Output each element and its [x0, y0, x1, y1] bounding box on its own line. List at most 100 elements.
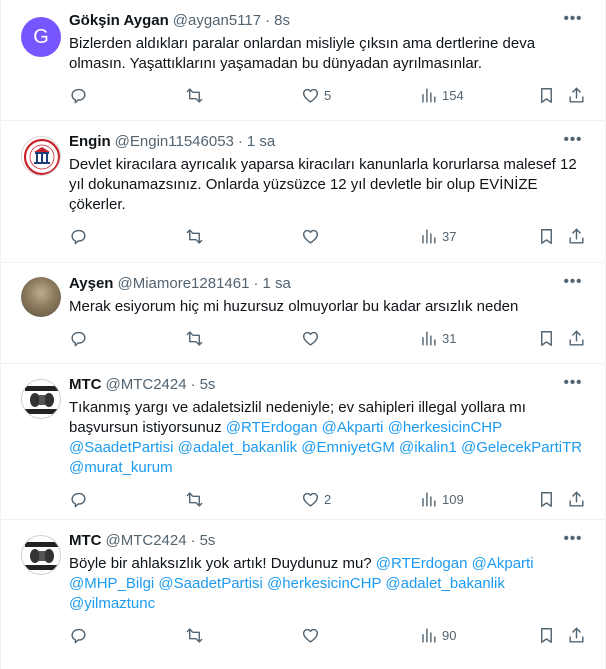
heart-icon	[302, 331, 319, 346]
display-name[interactable]: MTC	[69, 532, 102, 549]
separator: ·	[190, 376, 196, 393]
heart-icon	[302, 88, 319, 103]
bookmark-button[interactable]	[537, 329, 556, 348]
share-button[interactable]	[567, 227, 586, 246]
bookmark-button[interactable]	[537, 490, 556, 509]
retweet-icon	[186, 88, 203, 103]
avatar[interactable]: G	[21, 17, 61, 57]
more-options-icon[interactable]: •••	[561, 531, 585, 552]
mention-link[interactable]: @herkesicinCHP	[388, 419, 502, 436]
tweet-text-line: Böyle bir ahlaksızlık yok artık! Duydunu…	[69, 554, 589, 574]
retweet-button[interactable]	[185, 86, 204, 105]
action-bar: 31	[69, 321, 589, 365]
like-button[interactable]	[301, 329, 320, 348]
timestamp[interactable]: 5s	[200, 532, 216, 549]
tweet-text: Bizlerden aldıkları paralar onlardan mis…	[69, 34, 589, 74]
display-name[interactable]: MTC	[69, 376, 102, 393]
more-options-icon[interactable]: •••	[561, 132, 585, 153]
mention-link[interactable]: @Akparti	[472, 555, 534, 572]
share-icon	[569, 491, 584, 507]
mention-link[interactable]: @SaadetPartisi	[158, 575, 262, 592]
view-count: 154	[442, 88, 464, 103]
reply-button[interactable]	[69, 490, 88, 509]
reply-button[interactable]	[69, 329, 88, 348]
avatar[interactable]	[21, 535, 61, 575]
tweet-header: MTC @MTC2424 · 5s	[69, 532, 589, 554]
bookmark-button[interactable]	[537, 626, 556, 645]
tweet-text: Devlet kiracılara ayrıcalık yaparsa kira…	[69, 155, 589, 215]
views-button[interactable]: 90	[419, 626, 456, 645]
share-button[interactable]	[567, 86, 586, 105]
view-count: 90	[442, 628, 457, 643]
retweet-button[interactable]	[185, 329, 204, 348]
share-button[interactable]	[567, 329, 586, 348]
mention-link[interactable]: @RTErdogan	[226, 419, 318, 436]
share-button[interactable]	[567, 626, 586, 645]
mention-link[interactable]: @MHP_Bilgi	[69, 575, 154, 592]
avatar[interactable]	[21, 379, 61, 419]
reply-button[interactable]	[69, 626, 88, 645]
mention-link[interactable]: @SaadetPartisi	[69, 439, 173, 456]
mention-link[interactable]: @ikalin1	[399, 439, 457, 456]
retweet-icon	[186, 492, 203, 507]
user-handle[interactable]: @Engin11546053	[115, 133, 234, 150]
mention-link[interactable]: @RTErdogan	[376, 555, 468, 572]
bookmark-icon	[541, 229, 552, 244]
like-button[interactable]	[301, 227, 320, 246]
timestamp[interactable]: 1 sa	[262, 275, 290, 292]
bookmark-icon	[541, 628, 552, 643]
tweet-text-line: @yilmaztunc	[69, 594, 589, 614]
retweet-button[interactable]	[185, 227, 204, 246]
views-button[interactable]: 37	[419, 227, 456, 246]
mention-link[interactable]: @adalet_bakanlik	[178, 439, 297, 456]
tweet-text-line: Tıkanmış yargı ve adaletsizlil nedeniyle…	[69, 399, 526, 416]
timestamp[interactable]: 5s	[200, 376, 216, 393]
views-button[interactable]: 109	[419, 490, 464, 509]
avatar[interactable]	[21, 277, 61, 317]
more-options-icon[interactable]: •••	[561, 375, 585, 396]
mention-link[interactable]: @EmniyetGM	[301, 439, 395, 456]
like-button[interactable]: 5	[301, 86, 331, 105]
mention-link[interactable]: @Akparti	[322, 419, 384, 436]
timestamp[interactable]: 1 sa	[247, 133, 275, 150]
tweet[interactable]: ••• Ayşen @Miamore1281461 · 1 sa Merak e…	[1, 263, 605, 364]
mention-link[interactable]: @adalet_bakanlik	[385, 575, 504, 592]
tweet[interactable]: G ••• Gökşin Aygan @aygan5117 · 8s Bizle…	[1, 0, 605, 121]
reply-button[interactable]	[69, 86, 88, 105]
views-button[interactable]: 154	[419, 86, 464, 105]
display-name[interactable]: Ayşen	[69, 275, 113, 292]
mention-link[interactable]: @GelecekPartiTR	[461, 439, 582, 456]
more-options-icon[interactable]: •••	[561, 274, 585, 295]
display-name[interactable]: Gökşin Aygan	[69, 12, 169, 29]
views-button[interactable]: 31	[419, 329, 456, 348]
tweet[interactable]: ••• MTC @MTC2424 · 5s Böyle bir ahlaksız…	[1, 520, 605, 669]
mention-link[interactable]: @murat_kurum	[69, 459, 173, 476]
share-button[interactable]	[567, 490, 586, 509]
tweet-text-line: olmasın. Yaşattıklarını yaşamadan bu dün…	[69, 55, 483, 72]
like-button[interactable]	[301, 626, 320, 645]
user-handle[interactable]: @aygan5117	[173, 12, 261, 29]
tweet[interactable]: ••• Engin @Engin11546053 · 1 sa Devlet k…	[1, 121, 605, 263]
display-name[interactable]: Engin	[69, 133, 111, 150]
like-button[interactable]: 2	[301, 490, 331, 509]
avatar[interactable]	[21, 136, 61, 176]
tweet-header: Gökşin Aygan @aygan5117 · 8s	[69, 12, 589, 34]
retweet-button[interactable]	[185, 626, 204, 645]
retweet-button[interactable]	[185, 490, 204, 509]
share-icon	[569, 627, 584, 643]
user-handle[interactable]: @MTC2424	[106, 376, 187, 393]
reply-button[interactable]	[69, 227, 88, 246]
tweet[interactable]: ••• MTC @MTC2424 · 5s Tıkanmış yargı ve …	[1, 364, 605, 520]
bookmark-button[interactable]	[537, 227, 556, 246]
mention-link[interactable]: @herkesicinCHP	[267, 575, 381, 592]
more-options-icon[interactable]: •••	[561, 11, 585, 32]
tweet-text: Merak esiyorum hiç mi huzursuz olmuyorla…	[69, 297, 589, 317]
reply-icon	[71, 628, 86, 644]
tweet-text-line: Merak esiyorum hiç mi huzursuz olmuyorla…	[69, 298, 519, 315]
bookmark-button[interactable]	[537, 86, 556, 105]
user-handle[interactable]: @MTC2424	[106, 532, 187, 549]
bookmark-icon	[541, 331, 552, 346]
user-handle[interactable]: @Miamore1281461	[117, 275, 249, 292]
timestamp[interactable]: 8s	[274, 12, 290, 29]
mention-link[interactable]: @yilmaztunc	[69, 595, 155, 612]
